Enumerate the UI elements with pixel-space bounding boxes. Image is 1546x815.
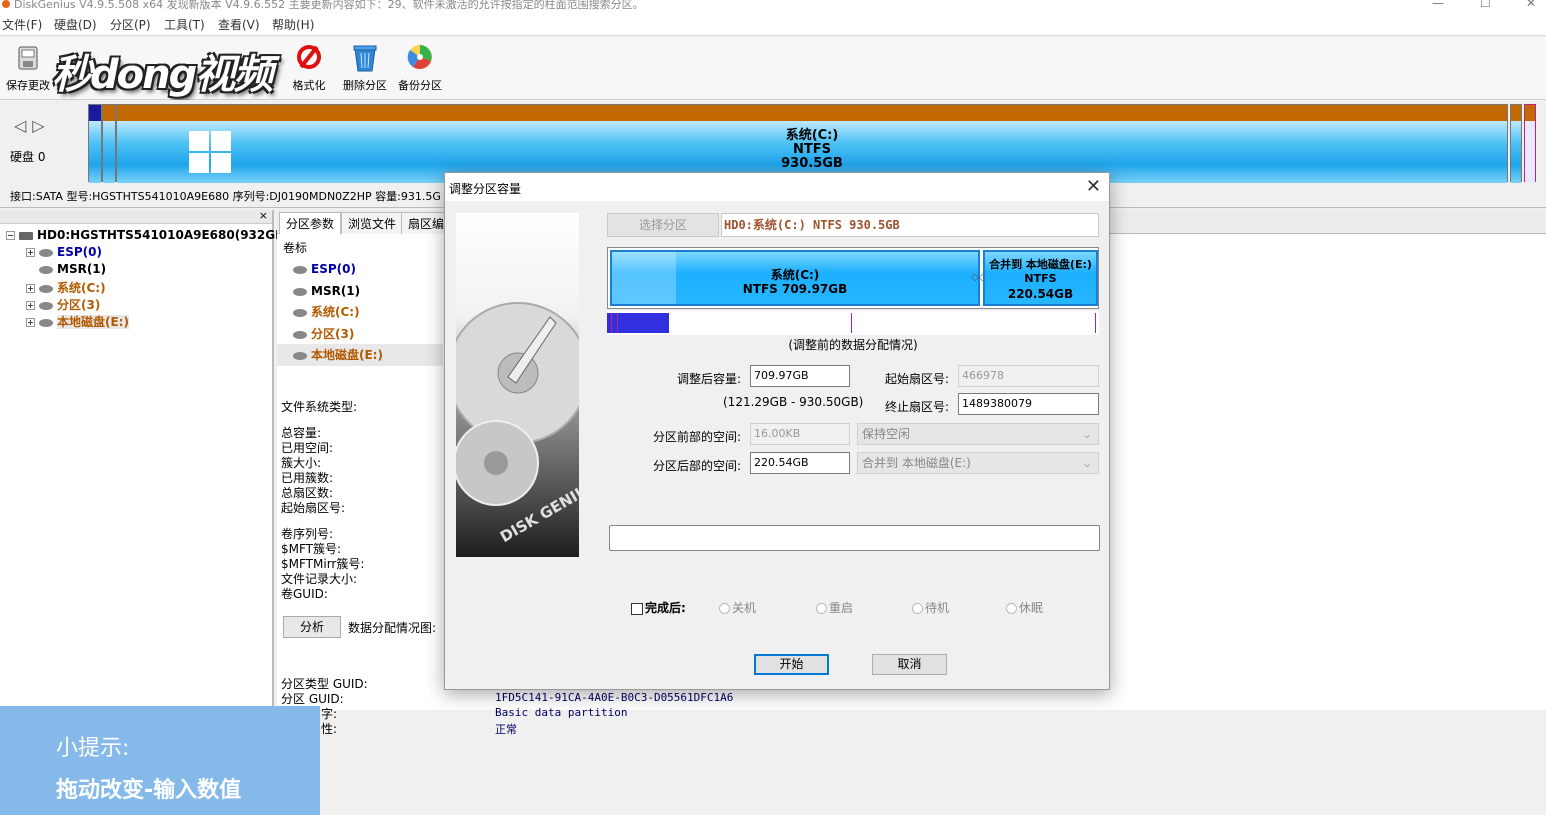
- window-title: DiskGenius V4.9.5.508 x64 发现新版本 V4.9.6.5…: [14, 0, 644, 11]
- save-changes-button[interactable]: 保存更改: [2, 41, 54, 93]
- volume-row-c[interactable]: 系统(C:): [277, 301, 443, 323]
- chevron-down-icon: ⌄: [1081, 456, 1092, 470]
- minimize-button[interactable]: —: [1432, 0, 1444, 10]
- radio-standby: 待机: [912, 599, 949, 616]
- format-button[interactable]: 格式化: [283, 41, 335, 93]
- back-space-select: 合并到 本地磁盘(E:) ⌄: [857, 452, 1099, 474]
- disk-tree-pane: × − HD0:HGSTHTS541010A9E680(932GB) + ESP(0…: [0, 209, 290, 710]
- save-icon: [18, 46, 38, 70]
- volume-row-esp[interactable]: ESP(0): [277, 258, 443, 280]
- analyze-button[interactable]: 分析: [283, 616, 341, 638]
- trash-icon: [353, 45, 377, 72]
- data-distribution-bar: [607, 311, 1099, 335]
- tip-text: 拖动改变-输入数值: [56, 778, 242, 803]
- app-logo-icon: [2, 0, 10, 8]
- prop-attr-label: 性:: [321, 722, 338, 736]
- partition-segment-e[interactable]: [1524, 104, 1536, 183]
- cancel-button[interactable]: 取消: [872, 654, 947, 675]
- backup-partition-button[interactable]: 备份分区: [394, 41, 446, 93]
- start-sector-input: 466978: [958, 365, 1099, 387]
- start-button[interactable]: 开始: [754, 654, 829, 675]
- dialog-title-bar: 调整分区容量 ✕: [445, 173, 1109, 201]
- select-partition-button[interactable]: 选择分区: [607, 213, 719, 237]
- tree-close-icon[interactable]: ×: [259, 209, 268, 222]
- volume-row-e[interactable]: 本地磁盘(E:): [277, 344, 443, 366]
- partition-segment-msr[interactable]: [102, 104, 116, 183]
- dialog-title: 调整分区容量: [449, 182, 522, 196]
- end-sector-label: 终止扇区号:: [884, 400, 949, 414]
- prop-fs-type: 文件系统类型:: [281, 400, 358, 414]
- menu-partition[interactable]: 分区(P): [110, 16, 151, 33]
- front-space-label: 分区前部的空间:: [652, 430, 741, 444]
- tab-partition-params[interactable]: 分区参数: [279, 212, 342, 234]
- resize-segment-e[interactable]: 合并到 本地磁盘(E:) NTFS 220.54GB: [983, 250, 1098, 306]
- selected-partition-info: HD0:系统(C:) NTFS 930.5GB: [721, 213, 1099, 237]
- video-watermark: 秒dong视频: [52, 52, 273, 98]
- distribution-caption: (调整前的数据分配情况): [788, 338, 918, 352]
- new-size-input[interactable]: 709.97GB: [750, 365, 850, 387]
- partition-segment-3[interactable]: [1510, 104, 1522, 183]
- title-bar: DiskGenius V4.9.5.508 x64 发现新版本 V4.9.6.5…: [0, 0, 1546, 12]
- tree-node-disk[interactable]: − HD0:HGSTHTS541010A9E680(932GB): [6, 228, 290, 242]
- back-space-input[interactable]: 220.54GB: [750, 452, 850, 474]
- partition-name-value: Basic data partition: [495, 706, 628, 719]
- partition-segment-c[interactable]: 系统(C:) NTFS 930.5GB: [116, 104, 1508, 183]
- back-space-label: 分区后部的空间:: [652, 459, 741, 473]
- radio-hibernate: 休眠: [1006, 599, 1043, 616]
- volume-row-partition3[interactable]: 分区(3): [277, 323, 443, 345]
- tree-node-c[interactable]: + 系统(C:): [26, 279, 106, 296]
- tree-node-msr[interactable]: MSR(1): [39, 262, 106, 276]
- tab-browse-files[interactable]: 浏览文件: [341, 212, 404, 234]
- prop-volume-guid: 卷GUID:: [281, 587, 328, 601]
- menu-file[interactable]: 文件(F): [2, 16, 42, 33]
- size-range-text: (121.29GB - 930.50GB): [723, 395, 864, 409]
- disk-label: 硬盘 0: [10, 150, 46, 164]
- prop-start-sector: 起始扇区号:: [281, 501, 346, 515]
- end-sector-input[interactable]: 1489380079: [958, 393, 1099, 415]
- volume-list: 卷标 ESP(0) MSR(1) 系统(C:) 分区(3) 本地磁盘(E:): [277, 234, 443, 384]
- dialog-close-button[interactable]: ✕: [1086, 176, 1101, 197]
- start-sector-label: 起始扇区号:: [884, 372, 949, 386]
- tip-title: 小提示:: [56, 736, 130, 761]
- partition-attr-value: 正常: [495, 723, 517, 736]
- after-done-checkbox[interactable]: 完成后:: [631, 599, 686, 616]
- resize-partition-bar: 系统(C:) NTFS 709.97GB ◇◇ 合并到 本地磁盘(E:) NTF…: [607, 247, 1099, 309]
- backup-icon: [407, 45, 432, 70]
- progress-bar: [609, 525, 1100, 551]
- tree-node-esp[interactable]: + ESP(0): [26, 245, 102, 259]
- delete-partition-button[interactable]: 删除分区: [339, 41, 391, 93]
- tree-node-partition3[interactable]: + 分区(3): [26, 296, 100, 313]
- hdd-platter-icon: DISK GENIUS: [456, 302, 579, 546]
- close-window-button[interactable]: ✕: [1526, 0, 1536, 10]
- menu-help[interactable]: 帮助(H): [272, 16, 314, 33]
- menu-bar: 文件(F) 硬盘(D) 分区(P) 工具(T) 查看(V) 帮助(H): [0, 12, 1546, 36]
- new-size-label: 调整后容量:: [676, 372, 741, 386]
- front-space-input: 16.00KB: [750, 423, 850, 445]
- volume-row-msr[interactable]: MSR(1): [277, 280, 443, 302]
- tree-node-e[interactable]: + 本地磁盘(E:): [26, 313, 129, 330]
- menu-view[interactable]: 查看(V): [218, 16, 260, 33]
- tip-overlay: 小提示: 拖动改变-输入数值: [0, 706, 320, 815]
- front-space-select: 保持空闲 ⌄: [857, 423, 1099, 445]
- partition-c-label: 系统(C:) NTFS 930.5GB: [781, 128, 843, 171]
- disk-info-text: 接口:SATA 型号:HGSTHTS541010A9E680 序列号:DJ019…: [10, 190, 441, 203]
- partition-guid-value: 1FD5C141-91CA-4A0E-B0C3-D05561DFC1A6: [495, 691, 734, 704]
- partition-segment-esp[interactable]: [88, 104, 102, 183]
- radio-shutdown: 关机: [719, 599, 756, 616]
- data-distribution-label: 数据分配情况图:: [348, 621, 437, 635]
- chevron-down-icon: ⌄: [1081, 427, 1092, 441]
- tree-header: ×: [0, 209, 272, 224]
- radio-restart: 重启: [816, 599, 853, 616]
- partition-bar: 系统(C:) NTFS 930.5GB: [88, 104, 1538, 183]
- volume-list-header: 卷标: [283, 241, 308, 255]
- maximize-button[interactable]: ☐: [1480, 0, 1491, 10]
- menu-disk[interactable]: 硬盘(D): [54, 16, 97, 33]
- hard-disk-illustration: DISK GENIUS: [456, 213, 579, 557]
- resize-partition-dialog: 调整分区容量 ✕ DISK GENIUS 选择分区 HD0:系统(C:) NTF…: [444, 172, 1110, 690]
- format-icon: [297, 45, 321, 69]
- disk-nav-arrows-icon[interactable]: ◁▷: [14, 116, 51, 135]
- menu-tools[interactable]: 工具(T): [164, 16, 205, 33]
- resize-segment-c[interactable]: 系统(C:) NTFS 709.97GB: [610, 250, 980, 306]
